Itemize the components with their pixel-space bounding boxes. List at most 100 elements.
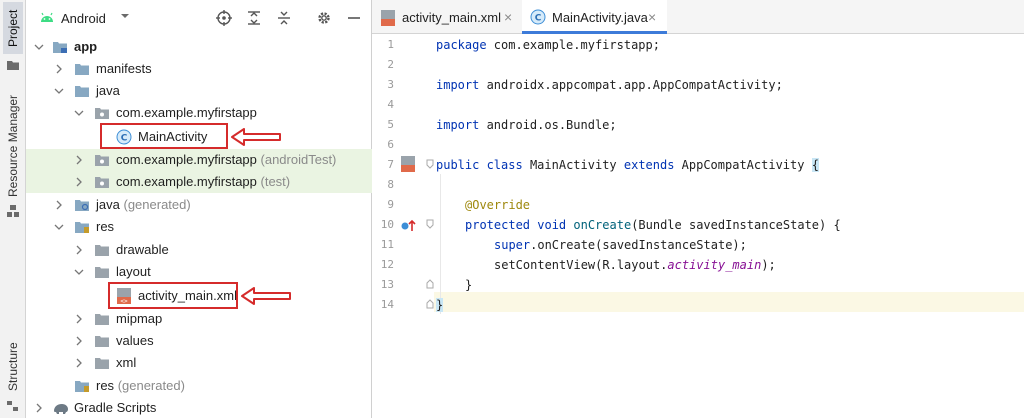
close-icon[interactable]: ×: [504, 9, 512, 25]
code-text-area[interactable]: package com.example.myfirstapp; import a…: [436, 34, 1024, 418]
editor-tab-bar: activity_main.xml × C MainActivity.java …: [372, 0, 1024, 34]
red-arrow-left-icon: [231, 128, 281, 146]
code-line-11: super.onCreate(savedInstanceState);: [494, 235, 747, 255]
fold-marker-icon[interactable]: [426, 279, 434, 289]
override-marker-icon[interactable]: [400, 217, 416, 233]
code-line-5: import android.os.Bundle;: [436, 115, 617, 135]
tree-node-mipmap[interactable]: mipmap: [26, 308, 372, 330]
chevron-right-icon[interactable]: [74, 358, 84, 368]
keyword: package: [436, 38, 487, 52]
package-name: com.example.myfirstapp: [116, 152, 257, 167]
tree-node-manifests[interactable]: manifests: [26, 58, 372, 80]
tree-node-res[interactable]: res: [26, 216, 372, 238]
hide-panel-icon[interactable]: [346, 10, 362, 26]
chevron-down-icon[interactable]: [54, 222, 64, 232]
resource-manager-tool-tab-label: Resource Manager: [6, 94, 20, 198]
line-number: 5: [387, 118, 394, 131]
tab-label: MainActivity.java: [552, 10, 648, 25]
tree-node-package-main[interactable]: com.example.myfirstapp: [26, 102, 372, 124]
tree-node-java[interactable]: java: [26, 80, 372, 102]
tab-main-activity-java[interactable]: C MainActivity.java ×: [522, 0, 667, 34]
line-number: 1: [387, 38, 394, 51]
line-number: 9: [387, 198, 394, 211]
folder-icon: [7, 61, 19, 70]
chevron-right-icon[interactable]: [54, 200, 64, 210]
tree-label: app: [74, 39, 98, 54]
tree-label: com.example.myfirstapp (test): [116, 171, 290, 193]
fold-marker-icon[interactable]: [426, 219, 434, 229]
locate-icon[interactable]: [216, 10, 232, 26]
chevron-right-icon[interactable]: [54, 64, 64, 74]
layout-file-gutter-icon[interactable]: [400, 155, 416, 173]
fold-marker-icon[interactable]: [426, 299, 434, 309]
chevron-right-icon[interactable]: [74, 336, 84, 346]
tree-node-layout[interactable]: layout: [26, 261, 372, 283]
keyword: class: [479, 158, 523, 172]
source-set-suffix: (test): [260, 174, 291, 189]
code-line-9: @Override: [465, 195, 530, 215]
resource-folder-icon: [75, 381, 89, 392]
generated-folder-icon: [75, 200, 89, 211]
chevron-right-icon[interactable]: [34, 403, 44, 413]
generated-suffix: (generated): [123, 197, 191, 212]
fold-marker-icon[interactable]: [426, 159, 434, 169]
tree-node-app[interactable]: app: [26, 36, 372, 58]
code-line-3: import androidx.appcompat.app.AppCompatA…: [436, 75, 783, 95]
matched-brace: {: [811, 158, 819, 172]
resource-manager-tool-tab[interactable]: Resource Manager: [3, 94, 23, 198]
tree-label: values: [116, 333, 154, 348]
tree-node-package-test[interactable]: com.example.myfirstapp (test): [26, 171, 372, 193]
tree-label: java (generated): [96, 194, 191, 216]
line-number: 7: [387, 158, 394, 171]
structure-tool-tab[interactable]: Structure: [3, 338, 23, 396]
folder-icon: [75, 86, 89, 97]
chevron-down-icon[interactable]: [74, 108, 84, 118]
project-panel: Android app manifests java com.example.m…: [26, 0, 372, 418]
tab-activity-main-xml[interactable]: activity_main.xml ×: [372, 0, 522, 34]
chevron-down-icon[interactable]: [34, 42, 44, 52]
collapse-all-icon[interactable]: [276, 10, 292, 26]
line-number: 8: [387, 178, 394, 191]
folder-icon: [95, 245, 109, 256]
tab-label: activity_main.xml: [402, 10, 501, 25]
chevron-right-icon[interactable]: [74, 177, 84, 187]
code-line-12: setContentView(R.layout.activity_main);: [494, 255, 776, 275]
tree-node-values[interactable]: values: [26, 330, 372, 352]
keyword: extends: [616, 158, 675, 172]
gear-icon[interactable]: [316, 10, 332, 26]
close-icon[interactable]: ×: [648, 9, 656, 25]
package-icon: [95, 177, 109, 188]
tree-label: res: [96, 219, 115, 234]
tree-node-package-android-test[interactable]: com.example.myfirstapp (androidTest): [26, 149, 372, 171]
chevron-down-icon[interactable]: [54, 86, 64, 96]
project-tool-tab[interactable]: Project: [3, 2, 23, 54]
chevron-down-icon[interactable]: [74, 267, 84, 277]
field-reference: activity_main: [667, 258, 762, 272]
tree-node-res-generated[interactable]: res (generated): [26, 375, 372, 397]
project-tool-tab-label: Project: [6, 9, 20, 47]
folder-name: res: [96, 378, 115, 393]
code-text: (Bundle savedInstanceState) {: [631, 218, 841, 232]
method-name: onCreate: [566, 218, 632, 232]
keyword: void: [530, 218, 567, 232]
red-arrow-left-icon: [241, 287, 291, 305]
tree-label: com.example.myfirstapp: [116, 105, 257, 120]
chevron-right-icon[interactable]: [74, 314, 84, 324]
chevron-down-icon[interactable]: [118, 9, 132, 23]
annotation: @Override: [465, 198, 531, 212]
tree-node-java-generated[interactable]: java (generated): [26, 194, 372, 216]
tree-node-gradle-scripts[interactable]: Gradle Scripts: [26, 397, 372, 418]
keyword: protected: [465, 218, 531, 232]
tree-node-xml[interactable]: xml: [26, 352, 372, 374]
tree-label: xml: [116, 355, 137, 370]
expand-all-icon[interactable]: [246, 10, 262, 26]
line-number: 3: [387, 78, 394, 91]
chevron-right-icon[interactable]: [74, 155, 84, 165]
code-line-1: package com.example.myfirstapp;: [436, 35, 660, 55]
layout-file-icon: [381, 10, 395, 26]
tree-node-drawable[interactable]: drawable: [26, 239, 372, 261]
project-view-selector[interactable]: Android: [61, 11, 106, 26]
code-text: );: [761, 258, 776, 272]
code-text: AppCompatActivity: [674, 158, 812, 172]
chevron-right-icon[interactable]: [74, 245, 84, 255]
